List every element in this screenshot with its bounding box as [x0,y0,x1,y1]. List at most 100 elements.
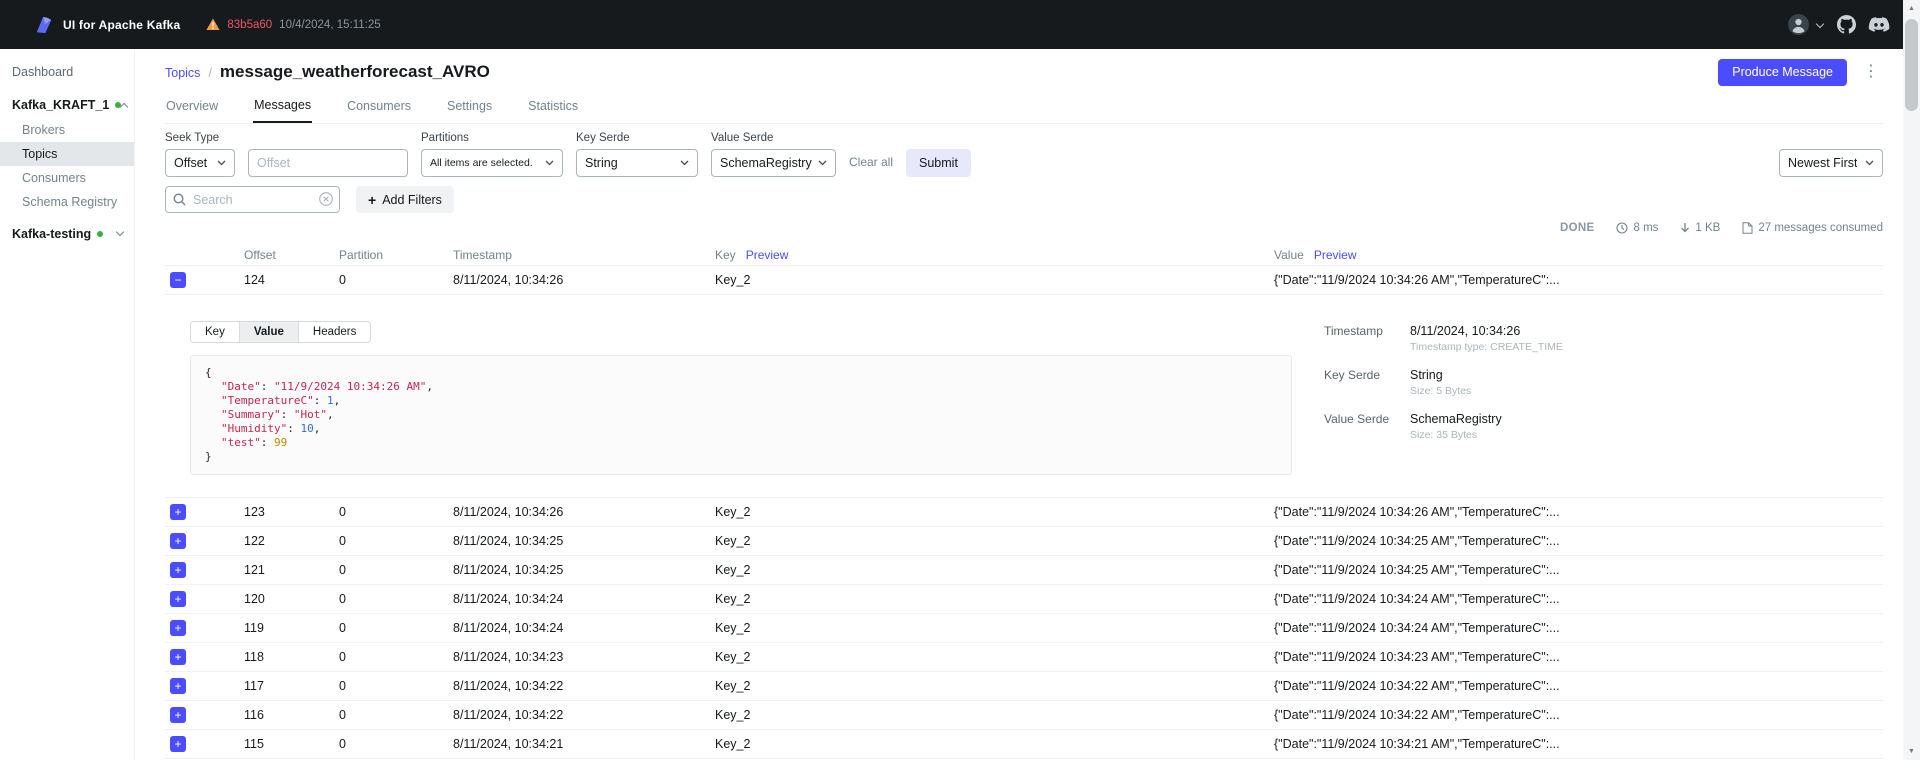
expand-message-button[interactable]: + [170,707,186,723]
cell-timestamp: 8/11/2024, 10:34:26 [453,505,564,519]
expand-message-button[interactable]: + [170,678,186,694]
message-row-120: + 120 0 8/11/2024, 10:34:24 Key_2 {"Date… [165,585,1883,614]
expand-message-button[interactable]: + [170,562,186,578]
sidebar-item-dashboard[interactable]: Dashboard [0,59,134,85]
seek-type-value: Offset [174,156,208,170]
value-preview-link[interactable]: Preview [1314,248,1357,262]
partitions-label: Partitions [421,132,469,144]
key-serde-select[interactable]: String [576,149,698,177]
meta-sub: Timestamp type: CREATE_TIME [1410,341,1563,353]
seek-type-select[interactable]: Offset [165,149,235,177]
expand-message-button[interactable]: + [170,620,186,636]
expand-message-button[interactable]: + [170,736,186,752]
brand[interactable]: UI for Apache Kafka [34,15,180,35]
chevron-down-icon [818,160,827,166]
key-serde-filter: Key Serde String [576,132,698,177]
value-serde-select[interactable]: SchemaRegistry [711,149,836,177]
cell-partition: 0 [339,621,346,635]
message-detail: Key Value Headers {"Date": "11/9/2024 10:3… [165,295,1883,498]
message-tab-value[interactable]: Value [239,322,299,342]
cell-key: Key_2 [715,563,751,577]
app-logo-icon [36,16,52,33]
collapse-message-button[interactable]: − [170,272,186,288]
cell-toggle: + [165,591,244,607]
cell-partition: 0 [339,592,346,606]
filters-row: Seek Type Offset Partitions All items ar… [165,132,1883,177]
message-row-124: − 124 0 8/11/2024, 10:34:26 Key_2 {"Date… [165,266,1883,295]
scrollbar-thumb[interactable] [1905,19,1918,111]
scrollbar-down-arrow[interactable]: ▼ [1903,743,1920,760]
offset-input[interactable] [248,149,408,177]
sidebar-cluster-kafka-testing[interactable]: Kafka-testing [0,220,134,247]
cell-partition: 0 [339,273,346,287]
message-tab-key[interactable]: Key [191,322,240,342]
cell-value: {"Date":"11/9/2024 10:34:22 AM","Tempera… [1274,708,1560,722]
message-row-117: + 117 0 8/11/2024, 10:34:22 Key_2 {"Date… [165,672,1883,701]
cell-timestamp: 8/11/2024, 10:34:25 [453,534,564,548]
app-title: UI for Apache Kafka [63,17,181,32]
expand-message-button[interactable]: + [170,591,186,607]
expand-message-button[interactable]: + [170,649,186,665]
topbar: UI for Apache Kafka 83b5a60 10/4/2024, 1… [0,0,1920,49]
message-row-119: + 119 0 8/11/2024, 10:34:24 Key_2 {"Date… [165,614,1883,643]
cell-toggle: + [165,533,244,549]
chevron-down-icon [217,160,226,166]
cell-key: Key_2 [715,650,751,664]
tab-consumers[interactable]: Consumers [346,97,412,123]
submit-button[interactable]: Submit [906,149,971,177]
sidebar-item-topics[interactable]: Topics [0,142,134,166]
message-row-123: + 123 0 8/11/2024, 10:34:26 Key_2 {"Date… [165,498,1883,527]
sidebar: Dashboard Kafka_KRAFT_1 Brokers Topics Cons… [0,49,135,760]
chevron-down-icon [1815,19,1825,28]
message-tab-headers[interactable]: Headers [298,322,371,342]
chevron-up-icon [120,102,129,111]
user-menu-icon[interactable] [1788,14,1809,35]
sidebar-item-consumers[interactable]: Consumers [0,166,134,190]
expand-message-button[interactable]: + [170,504,186,520]
cell-timestamp: 8/11/2024, 10:34:24 [453,621,564,635]
tab-messages[interactable]: Messages [253,97,313,123]
scrollbar[interactable]: ▲ ▼ [1903,0,1920,760]
key-preview-link[interactable]: Preview [746,248,789,262]
search-input[interactable] [165,186,340,213]
cell-toggle: + [165,562,244,578]
col-value-label: Value [1274,247,1304,262]
cell-toggle: + [165,649,244,665]
expand-message-button[interactable]: + [170,533,186,549]
tab-settings[interactable]: Settings [446,97,493,123]
cell-offset: 115 [244,737,264,751]
kebab-menu-icon[interactable]: ⋮ [1859,64,1883,80]
cell-offset: 119 [244,621,264,635]
partitions-filter: Partitions All items are selected. [421,132,563,177]
tab-statistics[interactable]: Statistics [527,97,579,123]
produce-message-button[interactable]: Produce Message [1718,58,1847,86]
sidebar-cluster-kafka-kraft-1[interactable]: Kafka_KRAFT_1 [0,91,134,118]
cell-timestamp: 8/11/2024, 10:34:21 [453,737,564,751]
value-serde-label: Value Serde [711,132,774,144]
order-select[interactable]: Newest First [1779,149,1883,177]
meta-key-serde: Key Serde String Size: 5 Bytes [1324,367,1863,397]
col-value: Value Preview [1274,248,1883,262]
tab-overview[interactable]: Overview [165,97,219,123]
add-filters-button[interactable]: + Add Filters [356,186,454,213]
github-icon[interactable] [1837,15,1856,34]
partitions-select[interactable]: All items are selected. [421,149,563,177]
cell-key: Key_2 [715,737,751,751]
cell-value: {"Date":"11/9/2024 10:34:24 AM","Tempera… [1274,592,1560,606]
search-row: + Add Filters [165,186,1883,213]
sidebar-item-schema-registry[interactable]: Schema Registry [0,190,134,214]
scrollbar-up-arrow[interactable]: ▲ [1903,0,1920,17]
cell-value: {"Date":"11/9/2024 10:34:23 AM","Tempera… [1274,650,1560,664]
plus-icon: + [368,191,377,208]
col-key-label: Key [715,247,736,262]
clear-all-link[interactable]: Clear all [849,155,893,169]
order-value: Newest First [1788,156,1858,170]
discord-icon[interactable] [1868,16,1890,33]
cell-toggle: + [165,678,244,694]
cell-partition: 0 [339,534,346,548]
commit-hash-link[interactable]: 83b5a60 [227,19,272,31]
sidebar-item-brokers[interactable]: Brokers [0,118,134,142]
clear-search-icon[interactable] [319,192,333,206]
col-offset: Offset [244,247,276,262]
breadcrumb-topics-link[interactable]: Topics [165,66,200,80]
